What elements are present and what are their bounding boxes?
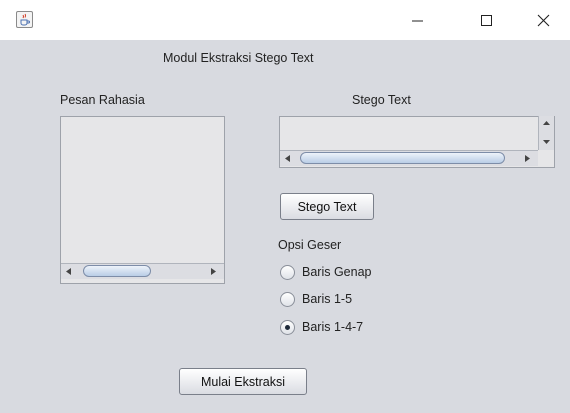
scroll-left-icon[interactable] — [280, 151, 294, 166]
radio-baris-1-4-7-label[interactable]: Baris 1-4-7 — [302, 320, 363, 334]
radio-baris-1-5[interactable] — [280, 292, 295, 307]
stego-text-label: Stego Text — [352, 93, 411, 107]
minimize-icon — [412, 20, 423, 22]
radio-baris-1-5-label[interactable]: Baris 1-5 — [302, 292, 352, 306]
radio-selected-dot — [285, 325, 290, 330]
radio-baris-1-4-7[interactable] — [280, 320, 295, 335]
title-bar — [0, 0, 570, 40]
scroll-right-icon[interactable] — [206, 264, 220, 279]
stego-horizontal-scrollbar[interactable] — [280, 150, 538, 166]
stego-text-button[interactable]: Stego Text — [280, 193, 374, 220]
minimize-button[interactable] — [394, 0, 440, 40]
scroll-right-icon[interactable] — [520, 151, 534, 166]
radio-baris-genap-label[interactable]: Baris Genap — [302, 265, 371, 279]
scroll-left-icon[interactable] — [61, 264, 75, 279]
scroll-thumb[interactable] — [300, 152, 505, 164]
shift-option-label: Opsi Geser — [278, 238, 342, 252]
scroll-up-down-icon[interactable] — [539, 116, 554, 150]
java-cup-icon — [16, 11, 33, 28]
scroll-thumb[interactable] — [83, 265, 151, 277]
stego-vertical-scrollbar[interactable] — [538, 116, 554, 150]
close-icon — [537, 14, 550, 27]
secret-horizontal-scrollbar[interactable] — [61, 263, 224, 279]
secret-message-label: Pesan Rahasia — [60, 93, 145, 107]
maximize-button[interactable] — [464, 0, 510, 40]
radio-baris-genap[interactable] — [280, 265, 295, 280]
start-extraction-button[interactable]: Mulai Ekstraksi — [179, 368, 307, 395]
secret-message-textarea[interactable] — [60, 116, 225, 284]
page-title: Modul Ekstraksi Stego Text — [163, 51, 314, 65]
maximize-icon — [481, 15, 492, 26]
close-button[interactable] — [521, 0, 567, 40]
